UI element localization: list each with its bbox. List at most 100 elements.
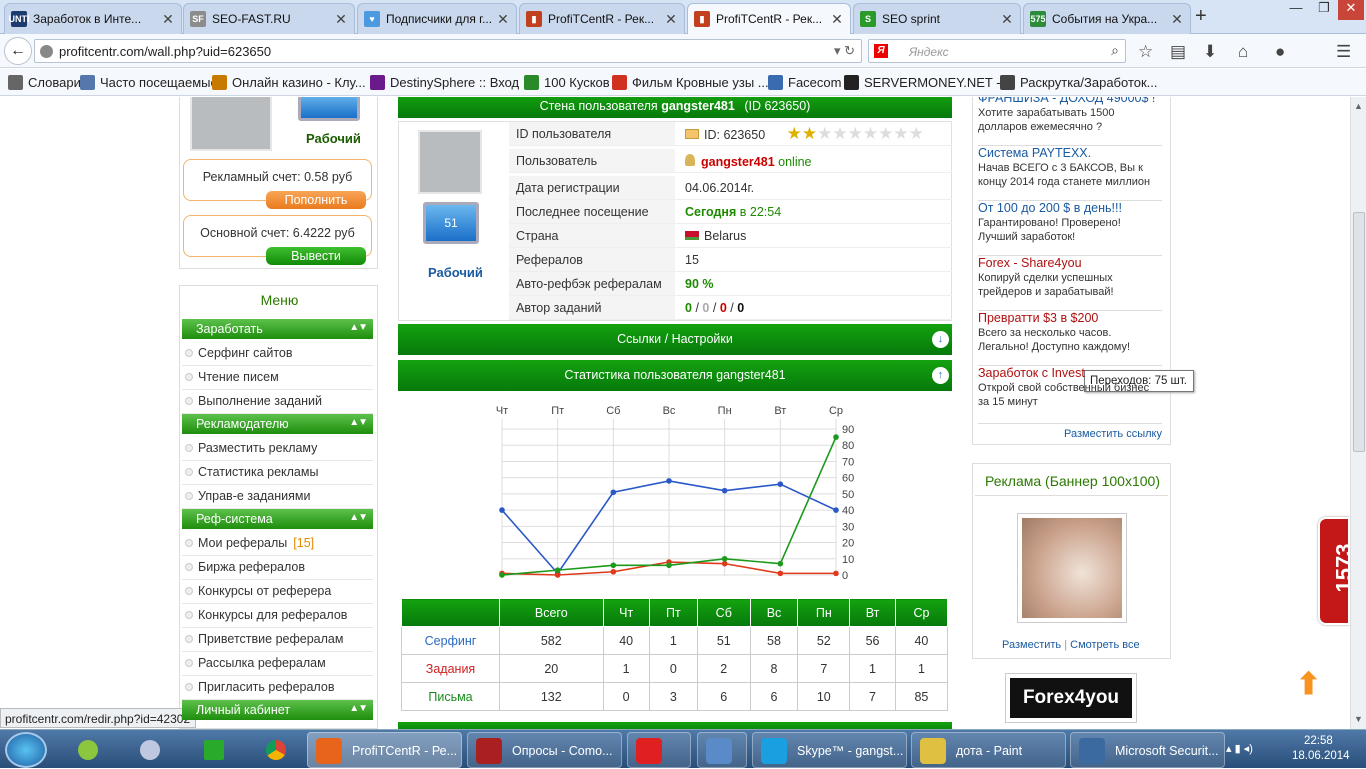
- arrow-up-icon[interactable]: ↑: [932, 367, 949, 384]
- ad-title-0[interactable]: ФРАНШИЗА - ДОХОД 49000$ !: [978, 97, 1162, 106]
- menu-section-2[interactable]: Реф-система ▲▼: [182, 509, 373, 529]
- data-point[interactable]: [777, 570, 784, 577]
- ad-title-3[interactable]: Forex - Share4you: [978, 256, 1162, 271]
- minimize-button[interactable]: —: [1282, 0, 1310, 20]
- data-point[interactable]: [833, 434, 839, 440]
- collapse-arrows-icon[interactable]: ▲▼: [349, 703, 368, 714]
- search-input[interactable]: Я Яндекс ⌕: [868, 39, 1126, 63]
- text-ad-0[interactable]: ФРАНШИЗА - ДОХОД 49000$ ! Хотите зарабаты…: [978, 97, 1162, 146]
- tab-4[interactable]: ▮ ProfiTCentR - Рек... ✕: [687, 3, 851, 34]
- tab-5[interactable]: S SEO sprint ✕: [853, 3, 1021, 34]
- collapse-arrows-icon[interactable]: ▲▼: [349, 512, 368, 523]
- tab-close-icon[interactable]: ✕: [830, 11, 844, 28]
- menu-item[interactable]: Приветствие рефералам: [182, 628, 373, 652]
- ad-title-5[interactable]: Заработок с Invest: [978, 366, 1162, 381]
- data-point[interactable]: [833, 570, 839, 577]
- menu-section-3[interactable]: Личный кабинет ▲▼: [182, 700, 373, 720]
- tab-6[interactable]: 575 События на Укра... ✕: [1023, 3, 1191, 34]
- tab-3[interactable]: ▮ ProfiTCentR - Рек... ✕: [519, 3, 685, 34]
- scroll-top-arrow-icon[interactable]: ⬆: [1296, 667, 1321, 702]
- data-point[interactable]: [610, 562, 617, 569]
- page-scrollbar[interactable]: ▲ ▼: [1350, 97, 1366, 729]
- quicklaunch-2[interactable]: [132, 734, 168, 766]
- data-point[interactable]: [499, 572, 505, 578]
- menu-item[interactable]: Управ-е заданиями: [182, 485, 373, 509]
- back-button[interactable]: ←: [4, 37, 32, 65]
- collapse-arrows-icon[interactable]: ▲▼: [349, 322, 368, 333]
- tab-2[interactable]: ♥ Подписчики для г... ✕: [357, 3, 517, 34]
- tab-close-icon[interactable]: ✕: [334, 11, 348, 28]
- data-point[interactable]: [610, 489, 617, 496]
- tab-0[interactable]: UNTI Заработок в Инте... ✕: [4, 3, 182, 34]
- side-counter-widget[interactable]: 1573: [1318, 517, 1350, 625]
- menu-item[interactable]: Выполнение заданий: [182, 390, 373, 414]
- address-bar[interactable]: profitcentr.com/wall.php?uid=623650 ▾ ↻: [34, 39, 862, 63]
- text-ad-2[interactable]: От 100 до 200 $ в день!!! Гарантировано! …: [978, 201, 1162, 256]
- data-point[interactable]: [666, 562, 672, 569]
- tab-close-icon[interactable]: ✕: [161, 11, 175, 28]
- bookmark-8[interactable]: Раскрутка/Заработок...: [1000, 75, 1158, 90]
- banner-all-link[interactable]: Смотреть все: [1070, 639, 1139, 651]
- tab-close-icon[interactable]: ✕: [1000, 11, 1014, 28]
- bookmark-2[interactable]: Онлайн казино - Клу...: [212, 75, 366, 90]
- scroll-thumb[interactable]: [1353, 212, 1365, 452]
- links-settings-bar[interactable]: Ссылки / Настройки ↓: [398, 324, 952, 355]
- close-window-button[interactable]: ✕: [1338, 0, 1364, 20]
- data-point[interactable]: [721, 555, 728, 562]
- data-point[interactable]: [554, 567, 561, 573]
- data-point[interactable]: [777, 481, 784, 487]
- scroll-up-icon[interactable]: ▲: [1354, 101, 1363, 111]
- maximize-button[interactable]: ❐: [1310, 0, 1338, 20]
- chrome-quicklaunch[interactable]: [258, 734, 294, 766]
- data-point[interactable]: [610, 568, 617, 575]
- ad-title-1[interactable]: Система PAYTEXX.: [978, 146, 1162, 161]
- addon-icon[interactable]: ●: [1275, 42, 1285, 62]
- data-point[interactable]: [833, 507, 839, 513]
- taskbar-task-2[interactable]: [627, 732, 691, 768]
- menu-section-0[interactable]: Заработать ▲▼: [182, 319, 373, 339]
- scroll-down-icon[interactable]: ▼: [1354, 714, 1363, 724]
- ad-title-4[interactable]: Превратти $3 в $200: [978, 311, 1162, 326]
- collapse-arrows-icon[interactable]: ▲▼: [349, 417, 368, 428]
- quicklaunch-1[interactable]: [70, 734, 106, 766]
- star-bookmark-icon[interactable]: ☆: [1138, 42, 1153, 62]
- banner-place-link[interactable]: Разместить: [1002, 639, 1061, 651]
- menu-item[interactable]: Мои рефералы [15]: [182, 532, 373, 556]
- data-point[interactable]: [777, 560, 784, 567]
- stats-bar[interactable]: Статистика пользователя gangster481 ↑: [398, 360, 952, 391]
- data-point[interactable]: [499, 507, 505, 513]
- taskbar-task-3[interactable]: [697, 732, 747, 768]
- home-icon[interactable]: ⌂: [1238, 42, 1248, 62]
- topup-button[interactable]: Пополнить: [266, 191, 366, 209]
- bookmark-0[interactable]: Словари: [8, 75, 81, 90]
- place-link[interactable]: Разместить ссылку: [1064, 428, 1162, 440]
- menu-item[interactable]: Статистика рекламы: [182, 461, 373, 485]
- tab-1[interactable]: SF SEO-FAST.RU ✕: [183, 3, 355, 34]
- taskbar-task-0[interactable]: ProfiTCentR - Ре...: [307, 732, 462, 768]
- tray-icons[interactable]: ▴ ▮ ◂): [1226, 742, 1253, 755]
- search-icon[interactable]: ⌕: [1111, 42, 1119, 59]
- download-icon[interactable]: ⬇: [1203, 42, 1217, 62]
- data-point[interactable]: [721, 487, 728, 494]
- menu-icon[interactable]: ☰: [1336, 42, 1351, 62]
- menu-item[interactable]: Пригласить рефералов: [182, 676, 373, 700]
- bookmarks-list-icon[interactable]: ▤: [1170, 42, 1186, 62]
- withdraw-button[interactable]: Вывести: [266, 247, 366, 265]
- data-point[interactable]: [554, 572, 561, 578]
- bookmark-7[interactable]: SERVERMONEY.NET - ...: [844, 75, 1015, 90]
- tab-close-icon[interactable]: ✕: [664, 11, 678, 28]
- reload-icon[interactable]: ▾ ↻: [834, 43, 855, 59]
- taskbar-task-1[interactable]: Опросы - Сomo...: [467, 732, 622, 768]
- new-tab-button[interactable]: +: [1195, 5, 1207, 28]
- bookmark-3[interactable]: DestinySphere :: Вход ...: [370, 75, 534, 90]
- taskbar-task-5[interactable]: дота - Paint: [911, 732, 1066, 768]
- text-ad-5[interactable]: Заработок с Invest Открой свой собственны…: [978, 366, 1162, 424]
- forex-banner[interactable]: Forex4you: [1005, 673, 1137, 723]
- banner-image[interactable]: [1017, 513, 1127, 623]
- menu-item[interactable]: Серфинг сайтов: [182, 342, 373, 366]
- menu-item[interactable]: Рассылка рефералам: [182, 652, 373, 676]
- menu-item[interactable]: Разместить рекламу: [182, 437, 373, 461]
- text-ad-4[interactable]: Превратти $3 в $200 Всего за несколько ча…: [978, 311, 1162, 366]
- menu-section-1[interactable]: Рекламодателю ▲▼: [182, 414, 373, 434]
- bookmark-6[interactable]: Facecom: [768, 75, 841, 90]
